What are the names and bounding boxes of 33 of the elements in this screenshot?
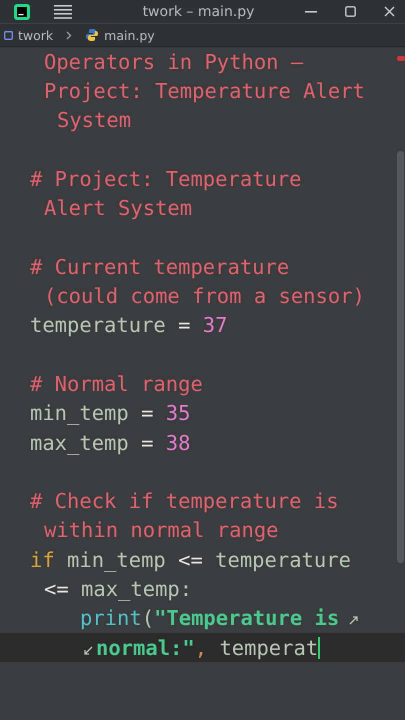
code-line: max_temp = 38 [30,430,190,454]
code-line: System [57,108,132,132]
maximize-icon[interactable] [345,6,356,17]
close-icon[interactable] [384,6,395,17]
python-icon [85,28,100,42]
code-line: print("Temperature is [80,606,340,630]
code-line: normal:", temperat [96,636,318,660]
code-line: # Normal range [30,372,203,396]
soft-wrap-icon [349,615,360,626]
code-line: within normal range [44,518,278,542]
code-line: temperature = 37 [30,313,228,338]
code-line: <= max_temp: [44,576,192,601]
error-marker [397,56,405,61]
folder-icon [4,30,13,40]
code-line: Operators in Python — [44,50,304,74]
code-line: min_temp = 35 [30,401,190,426]
soft-wrap-icon [83,646,93,656]
code-line: # Check if temperature is [30,489,339,514]
breadcrumb-item[interactable]: main.py [104,28,155,42]
code-line: # Current temperature [30,254,290,279]
code-line: Alert System [44,196,192,220]
window-title: twork – main.py [142,4,256,20]
chevron-icon [66,30,72,40]
breadcrumb-item[interactable]: twork [18,28,54,42]
app-logo-icon[interactable] [14,4,30,20]
scrollbar-thumb[interactable] [397,151,404,563]
code-line: if min_temp <= temperature [30,548,351,572]
menu-icon[interactable] [54,4,72,18]
minimize-icon[interactable] [305,10,317,12]
code-line: (could come from a sensor) [44,284,365,308]
code-line: Project: Temperature Alert [44,78,365,103]
text-cursor [318,636,320,659]
code-line: # Project: Temperature [30,166,302,191]
